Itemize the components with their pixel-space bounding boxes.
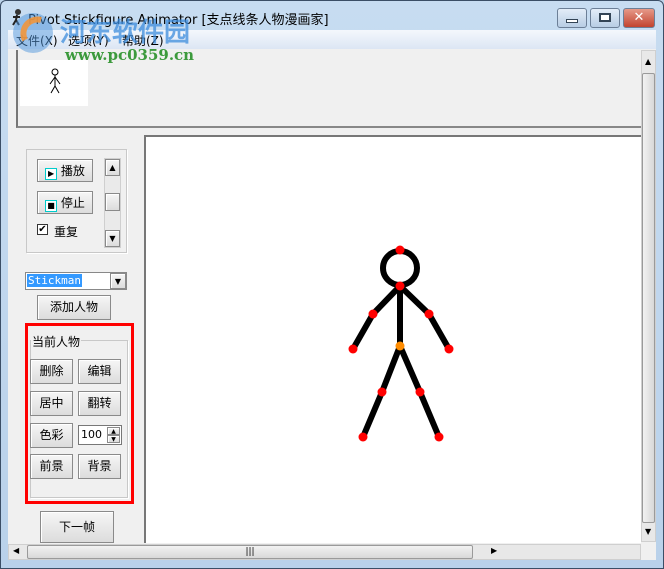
minimize-button[interactable] [557, 8, 587, 28]
front-button[interactable]: 前景 [30, 454, 73, 479]
joint-left-hand [348, 344, 358, 354]
joint-right-knee [415, 387, 425, 397]
chevron-down-icon[interactable]: ▼ [110, 273, 126, 289]
current-figure-title: 当前人物 [31, 333, 82, 350]
horizontal-scrollbar[interactable]: ◀ ||| ▶ [8, 544, 641, 560]
vertical-scroll-thumb[interactable] [642, 73, 655, 523]
stop-button[interactable]: ■ 停止 [37, 191, 93, 214]
speed-down-icon[interactable]: ▼ [105, 230, 120, 247]
size-down-icon[interactable]: ▼ [107, 435, 120, 443]
joint-right-elbow [424, 309, 434, 319]
size-value: 100 [81, 428, 102, 441]
scroll-right-icon[interactable]: ▶ [491, 546, 497, 555]
scroll-left-icon[interactable]: ◀ [13, 546, 19, 555]
stop-icon: ■ [45, 200, 58, 212]
joint-hip [395, 341, 405, 351]
speed-up-icon[interactable]: ▲ [105, 159, 120, 176]
watermark-url: www.pc0359.cn [65, 46, 195, 64]
repeat-label: 重复 [54, 225, 79, 239]
back-button[interactable]: 背景 [78, 454, 121, 479]
play-button[interactable]: ▶ 播放 [37, 159, 93, 182]
edit-button[interactable]: 编辑 [78, 359, 121, 384]
figure-select-value: Stickman [27, 274, 82, 287]
frame-thumbnail[interactable] [20, 60, 88, 106]
maximize-button[interactable] [590, 8, 620, 28]
size-stepper[interactable]: 100 ▲ ▼ [78, 425, 122, 445]
stick-figure[interactable] [146, 137, 641, 543]
speed-scrollbar[interactable]: ▲ ▼ [104, 158, 121, 248]
play-label: 播放 [60, 164, 85, 178]
close-button[interactable]: ✕ [623, 8, 655, 28]
watermark-logo: 河东软件园 [13, 12, 191, 53]
size-up-icon[interactable]: ▲ [107, 427, 120, 435]
center-button[interactable]: 居中 [30, 391, 73, 416]
joint-left-elbow [368, 309, 378, 319]
scroll-up-icon[interactable]: ▲ [645, 57, 651, 66]
add-figure-button[interactable]: 添加人物 [37, 295, 111, 320]
delete-button[interactable]: 删除 [30, 359, 73, 384]
flip-button[interactable]: 翻转 [78, 391, 121, 416]
speed-thumb[interactable] [105, 193, 120, 211]
play-icon: ▶ [45, 168, 58, 180]
figure-select[interactable]: Stickman ▼ [25, 272, 127, 290]
joint-right-foot [434, 432, 444, 442]
scroll-down-icon[interactable]: ▼ [645, 527, 651, 536]
joint-left-foot [358, 432, 368, 442]
repeat-checkbox[interactable]: ✔ [37, 224, 48, 235]
vertical-scrollbar[interactable]: ▲ ▼ [641, 50, 656, 542]
drawing-canvas[interactable] [144, 135, 641, 543]
joint-head [395, 245, 405, 255]
joint-left-knee [377, 387, 387, 397]
stop-label: 停止 [60, 196, 85, 210]
joint-neck [395, 281, 405, 291]
next-frame-button[interactable]: 下一帧 [40, 511, 114, 543]
horizontal-scroll-thumb[interactable]: ||| [27, 545, 473, 559]
joint-right-hand [444, 344, 454, 354]
watermark-name: 河东软件园 [60, 18, 191, 48]
color-button[interactable]: 色彩 [30, 423, 73, 448]
